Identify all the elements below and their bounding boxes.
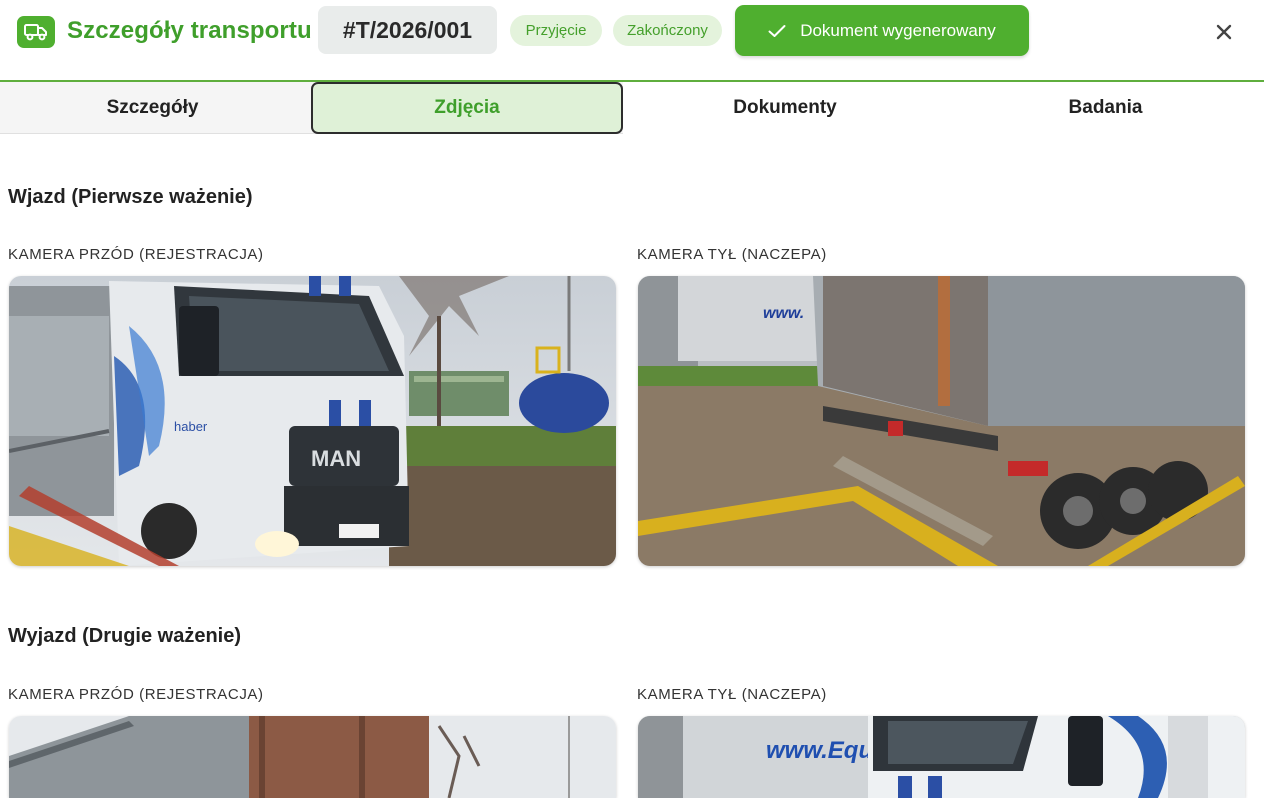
photo-entry-front[interactable]: MAN haber <box>9 276 616 566</box>
transport-id-badge: #T/2026/001 <box>318 6 497 54</box>
tab-tests[interactable]: Badania <box>947 82 1264 134</box>
section-title-exit: Wyjazd (Drugie ważenie) <box>8 625 242 647</box>
trailer-text-exit: www.Equ <box>766 737 873 764</box>
close-icon <box>1216 24 1232 40</box>
photo-exit-front[interactable] <box>9 716 616 798</box>
truck-brand-text: MAN <box>311 446 361 471</box>
modal-header: Szczegóły transportu #T/2026/001 Przyjęc… <box>0 0 1264 82</box>
tab-photos[interactable]: Zdjęcia <box>311 82 623 134</box>
tab-documents[interactable]: Dokumenty <box>623 82 947 134</box>
tab-details[interactable]: Szczegóły <box>0 82 305 134</box>
camera-label-rear-exit: KAMERA TYŁ (NACZEPA) <box>637 686 827 703</box>
photo-entry-rear[interactable]: www. <box>638 276 1245 566</box>
section-title-entry: Wjazd (Pierwsze ważenie) <box>8 186 253 208</box>
document-generated-button[interactable]: Dokument wygenerowany <box>735 5 1029 56</box>
document-generated-label: Dokument wygenerowany <box>800 20 996 40</box>
status-badge: Zakończony <box>613 15 722 46</box>
page-title: Szczegóły transportu <box>67 17 312 44</box>
camera-label-rear: KAMERA TYŁ (NACZEPA) <box>637 246 827 263</box>
close-button[interactable] <box>1208 16 1240 48</box>
truck-icon <box>17 16 55 48</box>
tab-bar: Szczegóły Dokumenty Badania Zdjęcia <box>0 82 1264 134</box>
type-badge: Przyjęcie <box>510 15 602 46</box>
check-icon <box>768 24 786 37</box>
photo-exit-rear[interactable]: www.Equ <box>638 716 1245 798</box>
camera-label-front: KAMERA PRZÓD (REJESTRACJA) <box>8 246 264 263</box>
camera-label-front-exit: KAMERA PRZÓD (REJESTRACJA) <box>8 686 264 703</box>
trailer-text: www. <box>763 305 804 322</box>
truck-side-text: haber <box>174 419 208 434</box>
